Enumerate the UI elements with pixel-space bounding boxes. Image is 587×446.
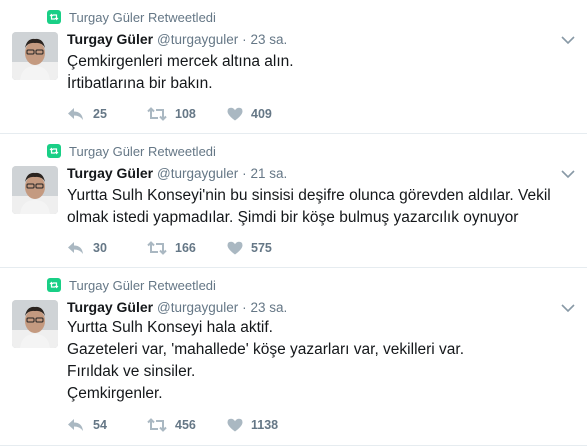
tweet[interactable]: Turgay Güler Retweetledi Turgay Güler @t… [0, 268, 587, 446]
tweet-header: Turgay Güler @turgayguler · 21 sa. [67, 165, 287, 181]
like-count: 409 [251, 107, 272, 121]
tweet-text-line: Çemkirgenler. [67, 385, 163, 402]
tweet-text-line: İrtibatlarına bir bakın. [67, 75, 213, 92]
retweet-count: 456 [175, 418, 196, 432]
reply-count: 25 [93, 107, 107, 121]
author-handle[interactable]: @turgayguler [157, 32, 238, 47]
author-handle[interactable]: @turgayguler [157, 300, 238, 315]
tweet-text: Yurtta Sulh Konseyi hala aktif. Gazetele… [67, 317, 575, 405]
retweet-count: 108 [175, 107, 196, 121]
like-count: 1138 [251, 418, 279, 432]
retweet-context: Turgay Güler Retweetledi [47, 143, 216, 159]
retweet-badge-icon [47, 10, 61, 24]
retweet-context: Turgay Güler Retweetledi [47, 9, 216, 25]
heart-icon [227, 418, 243, 432]
tweet-text-line: Yurtta Sulh Konseyi'nin bu sinsisi deşif… [67, 187, 551, 204]
avatar[interactable] [12, 300, 58, 348]
tweet-text-line: olmak istedi yapmadılar. Şimdi bir köşe … [67, 209, 519, 226]
tweet-actions: 54 456 1138 [67, 416, 307, 434]
tweet-header: Turgay Güler @turgayguler · 23 sa. [67, 299, 287, 315]
like-button[interactable]: 1138 [227, 418, 307, 432]
reply-button[interactable]: 30 [67, 241, 147, 255]
retweet-button[interactable]: 108 [147, 107, 227, 121]
tweet-actions: 30 166 575 [67, 239, 307, 257]
avatar[interactable] [12, 166, 58, 214]
retweet-count: 166 [175, 241, 196, 255]
timestamp[interactable]: 23 sa. [251, 300, 288, 315]
retweet-context-label[interactable]: Turgay Güler Retweetledi [69, 10, 216, 25]
retweet-context-label[interactable]: Turgay Güler Retweetledi [69, 144, 216, 159]
tweet-text: Çemkirgenleri mercek altına alın. İrtiba… [67, 51, 575, 95]
retweet-context-label[interactable]: Turgay Güler Retweetledi [69, 278, 216, 293]
tweet-text-line: Gazeteleri var, 'mahallede' köşe yazarla… [67, 341, 465, 358]
tweet[interactable]: Turgay Güler Retweetledi Turgay Güler @t… [0, 134, 587, 268]
chevron-down-icon[interactable] [561, 303, 575, 313]
reply-icon [68, 419, 83, 431]
tweet[interactable]: Turgay Güler Retweetledi Turgay Güler @t… [0, 0, 587, 134]
reply-icon [68, 108, 83, 120]
chevron-down-icon[interactable] [561, 169, 575, 179]
reply-icon [68, 242, 83, 254]
reply-button[interactable]: 25 [67, 107, 147, 121]
like-button[interactable]: 575 [227, 241, 307, 255]
separator: · [242, 32, 247, 47]
tweet-text: Yurtta Sulh Konseyi'nin bu sinsisi deşif… [67, 185, 575, 229]
chevron-down-icon[interactable] [561, 35, 575, 45]
retweet-button[interactable]: 166 [147, 241, 227, 255]
timestamp[interactable]: 21 sa. [251, 166, 288, 181]
retweet-badge-icon [47, 278, 61, 292]
separator: · [242, 166, 247, 181]
retweet-context: Turgay Güler Retweetledi [47, 277, 216, 293]
author-name[interactable]: Turgay Güler [67, 299, 153, 315]
like-button[interactable]: 409 [227, 107, 307, 121]
retweet-icon [147, 241, 167, 255]
tweet-text-line: Yurtta Sulh Konseyi hala aktif. [67, 319, 273, 336]
author-name[interactable]: Turgay Güler [67, 165, 153, 181]
heart-icon [227, 241, 243, 255]
retweet-icon [147, 418, 167, 432]
author-handle[interactable]: @turgayguler [157, 166, 238, 181]
heart-icon [227, 107, 243, 121]
reply-button[interactable]: 54 [67, 418, 147, 432]
retweet-button[interactable]: 456 [147, 418, 227, 432]
reply-count: 54 [93, 418, 107, 432]
author-name[interactable]: Turgay Güler [67, 31, 153, 47]
tweet-text-line: Fırıldak ve sinsiler. [67, 363, 196, 380]
retweet-icon [147, 107, 167, 121]
reply-count: 30 [93, 241, 107, 255]
tweet-header: Turgay Güler @turgayguler · 23 sa. [67, 31, 287, 47]
timestamp[interactable]: 23 sa. [251, 32, 288, 47]
tweet-actions: 25 108 409 [67, 105, 307, 123]
retweet-badge-icon [47, 144, 61, 158]
separator: · [242, 300, 247, 315]
avatar[interactable] [12, 32, 58, 80]
like-count: 575 [251, 241, 272, 255]
tweet-text-line: Çemkirgenleri mercek altına alın. [67, 53, 294, 70]
